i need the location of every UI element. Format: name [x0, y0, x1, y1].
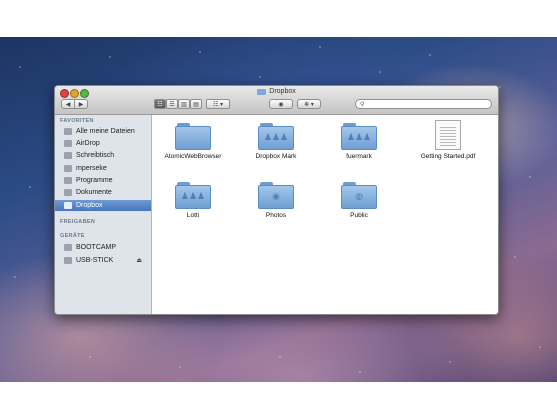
eye-icon: ◉	[278, 101, 284, 108]
shared-header: FREIGABEN	[60, 219, 96, 225]
cover-flow-button[interactable]: ▤	[190, 99, 202, 109]
list-view-icon: ☰	[169, 101, 175, 108]
file-item[interactable]: AtomicWebBrowser	[155, 123, 231, 160]
quick-look-button[interactable]: ◉	[269, 99, 293, 109]
icon-view-icon: ☷	[157, 101, 163, 108]
drive-icon	[64, 244, 72, 251]
pdf-document-icon	[435, 120, 461, 150]
search-field[interactable]: ⚲	[355, 99, 492, 109]
dropbox-folder-icon	[64, 202, 72, 209]
sidebar-item-all-files[interactable]: Alle meine Dateien	[55, 126, 151, 137]
file-item[interactable]: ♟♟♟ fuermark	[321, 123, 397, 160]
forward-arrow-icon: ▶	[78, 101, 84, 108]
file-name: Getting Started.pdf	[420, 153, 476, 160]
file-item[interactable]: ♟♟♟ Dropbox Mark	[238, 123, 314, 160]
documents-icon	[64, 189, 72, 196]
sidebar-item-airdrop[interactable]: AirDrop	[55, 138, 151, 149]
back-button[interactable]: ◀	[61, 99, 75, 109]
icon-view-button[interactable]: ☷	[154, 99, 166, 109]
sidebar-item-usb-stick[interactable]: USB-STICK ⏏	[55, 255, 151, 266]
desktop-icon	[64, 152, 72, 159]
sidebar-item-label: Alle meine Dateien	[76, 128, 135, 135]
file-name: AtomicWebBrowser	[164, 153, 222, 160]
action-button[interactable]: ✻ ▾	[297, 99, 321, 109]
sidebar-item-bootcamp[interactable]: BOOTCAMP	[55, 242, 151, 253]
list-view-button[interactable]: ☰	[166, 99, 178, 109]
folder-icon	[257, 88, 267, 95]
file-item[interactable]: ◉ Photos	[238, 182, 314, 219]
gear-icon: ✻ ▾	[304, 101, 314, 108]
file-name: Photos	[265, 212, 287, 219]
forward-button[interactable]: ▶	[74, 99, 88, 109]
window-title: Dropbox	[55, 88, 498, 95]
file-grid: AtomicWebBrowser ♟♟♟ Dropbox Mark ♟♟♟ fu…	[152, 115, 498, 314]
column-view-button[interactable]: ▥	[178, 99, 190, 109]
window-title-text: Dropbox	[269, 88, 296, 95]
home-icon	[64, 165, 72, 172]
file-name: fuermark	[346, 153, 372, 160]
eject-icon[interactable]: ⏏	[136, 257, 142, 264]
arrange-button[interactable]: ☷ ▾	[206, 99, 230, 109]
finder-window: Dropbox ◀ ▶ ☷ ☰ ▥ ▤ ☷ ▾ ◉ ✻ ▾ ⚲ FAVORITE…	[54, 85, 499, 315]
sidebar-item-dropbox[interactable]: Dropbox	[55, 200, 151, 211]
file-item[interactable]: ◍ Public	[321, 182, 397, 219]
sidebar-item-label: Schreibtisch	[76, 152, 115, 159]
cover-flow-icon: ▤	[193, 101, 199, 108]
shared-folder-icon: ♟♟♟	[175, 182, 211, 209]
search-icon: ⚲	[360, 101, 365, 108]
sidebar-item-label: Dropbox	[76, 202, 103, 209]
public-folder-icon: ◍	[341, 182, 377, 209]
devices-header: GERÄTE	[60, 233, 85, 239]
airdrop-icon	[64, 140, 72, 147]
sidebar-item-label: USB-STICK	[76, 257, 114, 264]
back-arrow-icon: ◀	[65, 101, 71, 108]
sidebar-item-label: Dokumente	[76, 189, 112, 196]
file-name: Lotti	[186, 212, 200, 219]
sidebar-item-label: Programme	[76, 177, 113, 184]
photos-folder-icon: ◉	[258, 182, 294, 209]
sidebar-item-label: AirDrop	[76, 140, 100, 147]
sidebar-item-documents[interactable]: Dokumente	[55, 187, 151, 198]
drive-icon	[64, 257, 72, 264]
arrange-icon: ☷ ▾	[212, 101, 224, 108]
sidebar: FAVORITEN Alle meine Dateien AirDrop Sch…	[55, 115, 152, 314]
column-view-icon: ▥	[181, 101, 187, 108]
file-item[interactable]: ♟♟♟ Lotti	[155, 182, 231, 219]
file-name: Dropbox Mark	[255, 153, 297, 160]
shared-folder-icon: ♟♟♟	[258, 123, 294, 150]
applications-icon	[64, 177, 72, 184]
sidebar-item-label: mperseke	[76, 165, 107, 172]
sidebar-item-home[interactable]: mperseke	[55, 163, 151, 174]
sidebar-item-label: BOOTCAMP	[76, 244, 117, 251]
folder-icon	[175, 123, 211, 150]
sidebar-item-desktop[interactable]: Schreibtisch	[55, 150, 151, 161]
favorites-header: FAVORITEN	[60, 118, 94, 124]
sidebar-item-applications[interactable]: Programme	[55, 175, 151, 186]
file-name: Public	[350, 212, 368, 219]
file-item[interactable]: Getting Started.pdf	[410, 120, 486, 160]
shared-folder-icon: ♟♟♟	[341, 123, 377, 150]
title-bar[interactable]: Dropbox ◀ ▶ ☷ ☰ ▥ ▤ ☷ ▾ ◉ ✻ ▾ ⚲	[55, 86, 498, 115]
all-files-icon	[64, 128, 72, 135]
